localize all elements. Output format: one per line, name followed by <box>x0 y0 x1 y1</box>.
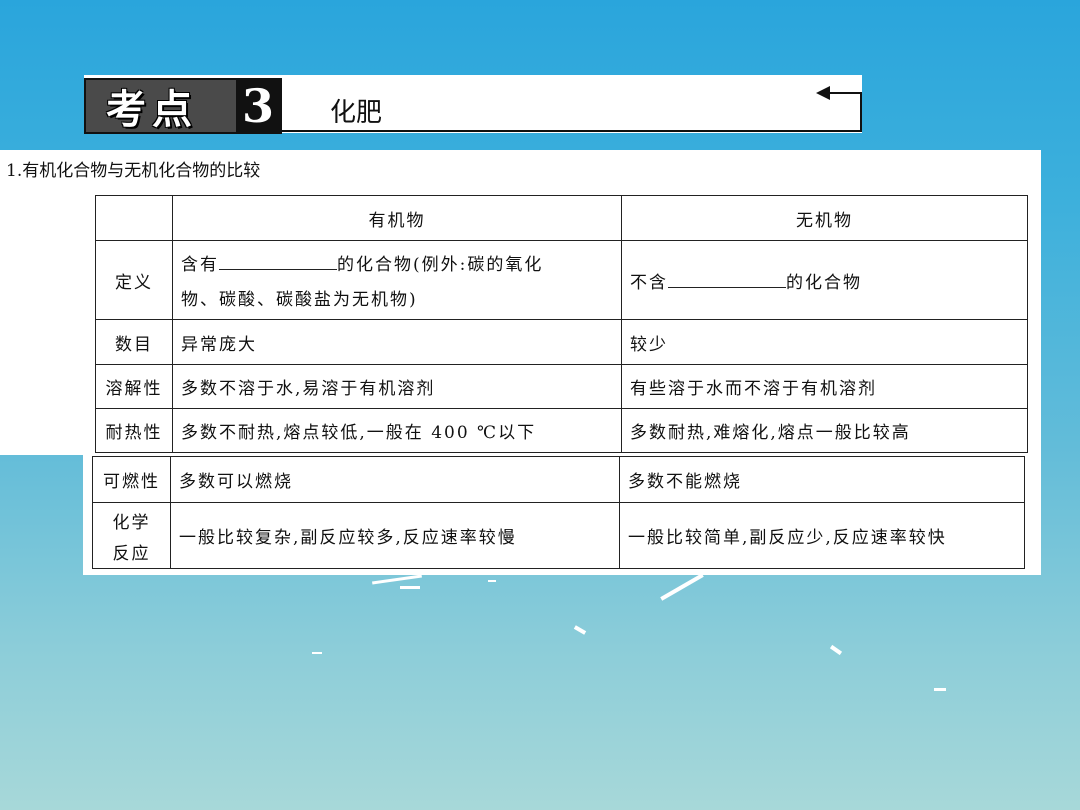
row-label-definition: 定义 <box>95 240 173 320</box>
decorative-glint <box>400 586 420 589</box>
row-label-heat: 耐热性 <box>95 408 173 453</box>
definition-organic-after: 的化合物(例外:碳的氧化 <box>337 255 544 275</box>
decorative-glint <box>829 644 843 656</box>
cell-inorganic-reaction: 一般比较简单,副反应少,反应速率较快 <box>619 502 1025 569</box>
cell-organic-flammability: 多数可以燃烧 <box>170 456 620 503</box>
decorative-glint <box>660 573 704 601</box>
cell-inorganic-solubility: 有些溶于水而不溶于有机溶剂 <box>621 364 1028 409</box>
cell-organic-reaction: 一般比较复杂,副反应较多,反应速率较慢 <box>170 502 620 569</box>
comparison-table-top: 有机物 无机物 定义 含有 的化合物(例外:碳的氧化 物、碳酸、碳酸盐为无机物) … <box>95 195 1028 453</box>
table-row: 定义 含有 的化合物(例外:碳的氧化 物、碳酸、碳酸盐为无机物) 不含 的化合物 <box>95 240 1028 320</box>
header-underline <box>278 130 862 132</box>
table-row: 可燃性 多数可以燃烧 多数不能燃烧 <box>92 456 1025 503</box>
table-header-row: 有机物 无机物 <box>95 195 1028 241</box>
table-row: 溶解性 多数不溶于水,易溶于有机溶剂 有些溶于水而不溶于有机溶剂 <box>95 364 1028 409</box>
cell-organic-count: 异常庞大 <box>172 319 622 365</box>
decorative-glint <box>488 580 496 582</box>
cell-inorganic-heat: 多数耐热,难熔化,熔点一般比较高 <box>621 408 1028 453</box>
fill-in-blank-inorganic[interactable] <box>668 271 786 288</box>
cell-inorganic-count: 较少 <box>621 319 1028 365</box>
row-label-reaction: 化学 反应 <box>92 502 171 569</box>
table-row: 化学 反应 一般比较复杂,副反应较多,反应速率较慢 一般比较简单,副反应少,反应… <box>92 502 1025 569</box>
fill-in-blank-organic[interactable] <box>219 253 337 270</box>
decorative-glint <box>372 574 422 585</box>
return-arrow-icon[interactable] <box>860 92 862 132</box>
decorative-glint <box>312 652 322 654</box>
cell-inorganic-definition: 不含 的化合物 <box>621 240 1028 320</box>
row-label-solubility: 溶解性 <box>95 364 173 409</box>
cell-organic-heat: 多数不耐热,熔点较低,一般在 400 ℃以下 <box>172 408 622 453</box>
definition-organic-before: 含有 <box>181 255 219 275</box>
table-header-inorganic: 无机物 <box>621 195 1028 241</box>
return-arrow-head-icon[interactable] <box>816 86 830 100</box>
definition-inorganic-before: 不含 <box>630 272 668 293</box>
table-header-organic: 有机物 <box>172 195 622 241</box>
row-label-flammability: 可燃性 <box>92 456 171 503</box>
table-row: 耐热性 多数不耐热,熔点较低,一般在 400 ℃以下 多数耐热,难熔化,熔点一般… <box>95 408 1028 453</box>
cell-organic-definition: 含有 的化合物(例外:碳的氧化 物、碳酸、碳酸盐为无机物) <box>172 240 622 320</box>
table-row: 数目 异常庞大 较少 <box>95 319 1028 365</box>
definition-organic-line2: 物、碳酸、碳酸盐为无机物) <box>181 290 418 310</box>
decorative-glint <box>934 688 946 691</box>
row-label-reaction-line2: 反应 <box>112 543 151 564</box>
badge-text: 考点 <box>106 87 198 133</box>
definition-inorganic-after: 的化合物 <box>786 272 862 293</box>
section-subtitle: 1.有机化合物与无机化合物的比较 <box>6 161 261 181</box>
decorative-glint <box>573 625 587 635</box>
row-label-count: 数目 <box>95 319 173 365</box>
badge-number: 3 <box>236 79 280 133</box>
cell-organic-solubility: 多数不溶于水,易溶于有机溶剂 <box>172 364 622 409</box>
row-label-reaction-line1: 化学 <box>112 512 151 533</box>
table-header-corner <box>95 195 173 241</box>
page-title: 化肥 <box>330 98 383 128</box>
topic-badge: 考点 3 <box>84 78 282 134</box>
cell-inorganic-flammability: 多数不能燃烧 <box>619 456 1025 503</box>
comparison-table-bottom: 可燃性 多数可以燃烧 多数不能燃烧 化学 反应 一般比较复杂,副反应较多,反应速… <box>92 456 1025 569</box>
